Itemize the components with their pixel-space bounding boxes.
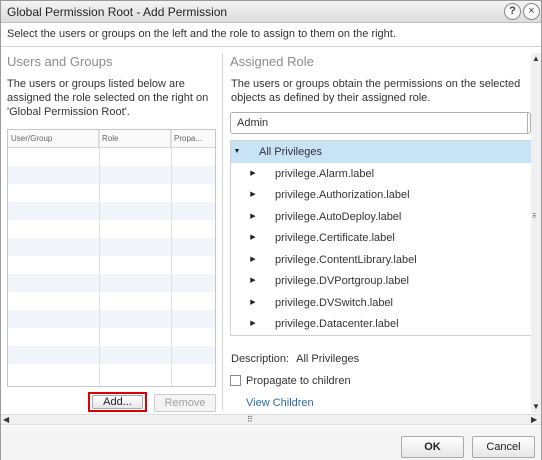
assigned-role-header: Assigned Role	[230, 54, 314, 69]
table-row	[8, 184, 215, 202]
collapsed-arrow-icon[interactable]: ▶	[249, 292, 257, 314]
description-label: Description:	[231, 353, 290, 365]
horizontal-scrollbar[interactable]: ◀ ⠿ ▶	[1, 414, 541, 425]
collapsed-arrow-icon[interactable]: ▶	[249, 184, 257, 206]
collapsed-arrow-icon[interactable]: ▶	[249, 249, 257, 271]
role-description: Description: All Privileges	[231, 352, 359, 366]
table-row	[8, 292, 215, 310]
description-line: The users or groups obtain the permissio…	[231, 78, 521, 90]
privileges-tree[interactable]: ▼ All Privileges ▶ privilege.Alarm.label…	[230, 140, 532, 336]
role-select[interactable]: Admin	[230, 112, 531, 134]
users-groups-header: Users and Groups	[7, 54, 113, 69]
column-divider	[171, 130, 172, 386]
table-row	[8, 238, 215, 256]
tree-node[interactable]: ▶ privilege.Alarm.label	[231, 163, 531, 185]
description-line: The users or groups listed below are	[7, 78, 185, 90]
scroll-right-icon[interactable]: ▶	[531, 416, 537, 424]
collapsed-arrow-icon[interactable]: ▶	[249, 270, 257, 292]
table-row	[8, 148, 215, 166]
table-row	[8, 220, 215, 238]
scroll-up-icon[interactable]: ▲	[532, 55, 540, 63]
panel-divider	[222, 53, 223, 411]
add-permission-dialog: Global Permission Root - Add Permission …	[0, 0, 542, 460]
dialog-title: Global Permission Root - Add Permission	[7, 5, 228, 19]
table-row	[8, 364, 215, 382]
tree-node-label: privilege.Authorization.label	[275, 189, 410, 201]
table-row	[8, 202, 215, 220]
instructions-text: Select the users or groups on the left a…	[7, 28, 396, 40]
tree-node-label: privilege.AutoDeploy.label	[275, 211, 402, 223]
tree-node-label: privilege.ContentLibrary.label	[275, 254, 417, 266]
collapsed-arrow-icon[interactable]: ▶	[249, 163, 257, 185]
tree-node[interactable]: ▶ privilege.Datacenter.label	[231, 313, 531, 335]
table-row	[8, 346, 215, 364]
add-button[interactable]: Add...	[92, 395, 143, 409]
tree-node[interactable]: ▶ privilege.ContentLibrary.label	[231, 249, 531, 271]
tree-node[interactable]: ▶ privilege.DVSwitch.label	[231, 292, 531, 314]
column-divider	[99, 130, 100, 386]
tree-node[interactable]: ▶ privilege.DVPortgroup.label	[231, 270, 531, 292]
column-header-user-group[interactable]: User/Group	[8, 130, 99, 148]
propagate-checkbox[interactable]	[230, 375, 241, 386]
table-row	[8, 310, 215, 328]
tree-node[interactable]: ▶ privilege.Certificate.label	[231, 227, 531, 249]
cancel-button[interactable]: Cancel	[472, 436, 535, 458]
description-line: objects as defined by their assigned rol…	[231, 92, 431, 104]
table-row	[8, 274, 215, 292]
vertical-scrollbar[interactable]: ▲ ⠿ ▼	[531, 53, 541, 413]
scroll-down-icon[interactable]: ▼	[532, 403, 540, 411]
title-bar[interactable]: Global Permission Root - Add Permission …	[1, 1, 541, 23]
add-button-highlight: Add...	[88, 392, 147, 412]
description-line: assigned the role selected on the right …	[7, 92, 209, 104]
column-header-propagate[interactable]: Propa...	[171, 130, 215, 148]
tree-node-label: All Privileges	[259, 146, 322, 158]
tree-node[interactable]: ▶ privilege.Authorization.label	[231, 184, 531, 206]
users-groups-description: The users or groups listed below are ass…	[7, 77, 208, 119]
ok-button[interactable]: OK	[401, 436, 464, 458]
table-row	[8, 328, 215, 346]
remove-button[interactable]: Remove	[154, 394, 216, 412]
assigned-role-description: The users or groups obtain the permissio…	[231, 77, 520, 105]
scroll-left-icon[interactable]: ◀	[3, 416, 9, 424]
table-row	[8, 166, 215, 184]
expanded-arrow-icon[interactable]: ▼	[233, 141, 241, 163]
close-icon[interactable]: ×	[523, 3, 540, 20]
scroll-grip-icon[interactable]: ⠿	[532, 213, 540, 220]
dialog-footer: OK Cancel	[1, 426, 541, 460]
description-line: 'Global Permission Root'.	[7, 106, 130, 118]
tree-node-label: privilege.DVSwitch.label	[275, 297, 393, 309]
scroll-grip-icon[interactable]: ⠿	[247, 415, 253, 424]
collapsed-arrow-icon[interactable]: ▶	[249, 227, 257, 249]
tree-node-label: privilege.Certificate.label	[275, 232, 395, 244]
view-children-link[interactable]: View Children	[246, 397, 314, 409]
column-header-role[interactable]: Role	[99, 130, 171, 148]
role-select-value: Admin	[237, 117, 269, 129]
table-row	[8, 256, 215, 274]
help-icon[interactable]: ?	[504, 3, 521, 20]
tree-node-label: privilege.DVPortgroup.label	[275, 275, 409, 287]
divider	[1, 46, 541, 47]
tree-node-label: privilege.Datacenter.label	[275, 318, 399, 330]
tree-node-label: privilege.Alarm.label	[275, 168, 375, 180]
description-value: All Privileges	[296, 353, 360, 365]
collapsed-arrow-icon[interactable]: ▶	[249, 313, 257, 335]
users-groups-table[interactable]: User/Group Role Propa...	[7, 129, 216, 387]
collapsed-arrow-icon[interactable]: ▶	[249, 206, 257, 228]
propagate-label[interactable]: Propagate to children	[246, 374, 351, 388]
tree-node-all-privileges[interactable]: ▼ All Privileges	[231, 141, 531, 163]
tree-node[interactable]: ▶ privilege.AutoDeploy.label	[231, 206, 531, 228]
select-dropdown-edge	[527, 113, 530, 133]
